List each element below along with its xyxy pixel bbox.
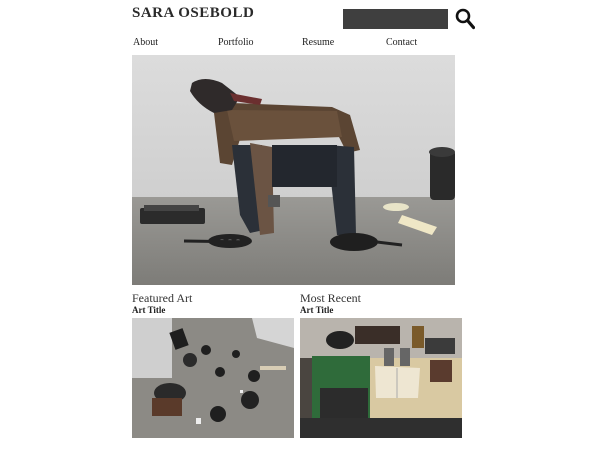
site-title[interactable]: SARA OSEBOLD bbox=[132, 5, 254, 22]
recent-heading: Most Recent bbox=[300, 291, 361, 305]
search-icon[interactable] bbox=[455, 8, 475, 30]
featured-heading: Featured Art bbox=[132, 291, 193, 305]
featured-art-image[interactable] bbox=[132, 318, 294, 438]
recent-art-image[interactable] bbox=[300, 318, 462, 438]
recent-title[interactable]: Art Title bbox=[300, 305, 333, 315]
nav-portfolio[interactable]: Portfolio bbox=[218, 37, 254, 48]
search-input[interactable] bbox=[343, 9, 448, 29]
nav-about[interactable]: About bbox=[133, 37, 158, 48]
hero-image[interactable] bbox=[132, 55, 455, 285]
featured-title[interactable]: Art Title bbox=[132, 305, 165, 315]
nav-contact[interactable]: Contact bbox=[386, 37, 417, 48]
nav-resume[interactable]: Resume bbox=[302, 37, 334, 48]
